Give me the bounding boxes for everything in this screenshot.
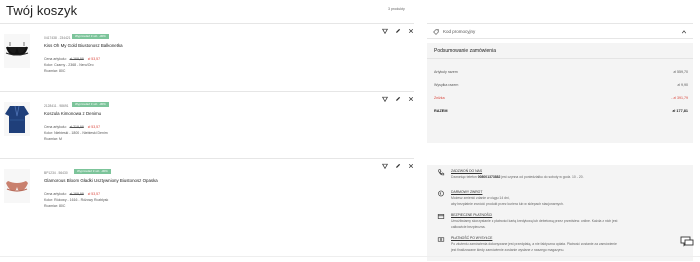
chat-icon[interactable] bbox=[680, 236, 694, 248]
phone-icon bbox=[438, 169, 445, 176]
price-label: Cena artykułu: bbox=[44, 192, 67, 196]
wishlist-icon[interactable] bbox=[382, 28, 388, 34]
info-text-part: Dzwoniąc telefon bbox=[451, 175, 478, 179]
sale-badge: Wyprzedaż 3 szt. -30% bbox=[72, 102, 109, 107]
cart-count: 3 produkty bbox=[388, 7, 405, 11]
cart-item: 0417438 . 234421 Wyprzedaż 3 szt. -30% K… bbox=[0, 23, 414, 89]
card-icon bbox=[437, 214, 445, 219]
item-sku: BP1234 . 56430 bbox=[44, 171, 68, 175]
price-label: Cena artykułu: bbox=[44, 125, 67, 129]
item-price-row: Cena artykułu: zł 219,99 zł 53,57 bbox=[44, 125, 100, 129]
info-text-part: jest czynna od poniedziałku do soboty w … bbox=[500, 175, 584, 179]
summary-label: RAZEM bbox=[434, 109, 448, 113]
cash-icon bbox=[437, 237, 445, 242]
item-name[interactable]: Glamorous Bloom Gładki Usztywniony Biust… bbox=[44, 178, 158, 183]
sale-badge: Wyprzedaż 3 szt. -30% bbox=[74, 169, 111, 174]
new-price: zł 53,57 bbox=[87, 57, 101, 61]
edit-icon[interactable] bbox=[395, 96, 401, 102]
summary-row-discount: Zniżka - zł 391,79 bbox=[434, 96, 688, 100]
page-title: Twój koszyk bbox=[6, 3, 78, 18]
info-text-part: całkowicie bezpieczna. bbox=[451, 224, 486, 229]
item-sku: 2128411 . 98691 bbox=[44, 104, 69, 108]
summary-row-items: Artykuły razem zł 559,70 bbox=[434, 70, 688, 74]
summary-value: - zł 391,79 bbox=[671, 96, 688, 100]
price-label: Cena artykułu: bbox=[44, 57, 67, 61]
promo-code-label: Kod promocyjny bbox=[443, 29, 476, 34]
old-price: zł 169,99 bbox=[69, 192, 84, 196]
item-actions bbox=[382, 28, 414, 34]
product-image-black-bra[interactable] bbox=[4, 34, 30, 68]
summary-label: Wysyłka razem bbox=[434, 83, 459, 87]
new-price: zł 53,57 bbox=[87, 125, 101, 129]
item-color: Kolor: Czarny - 2368 - Nero/Oro bbox=[44, 63, 94, 67]
edit-icon[interactable] bbox=[395, 163, 401, 169]
summary-value: zł 9,90 bbox=[677, 83, 688, 87]
summary-label: Zniżka bbox=[434, 96, 445, 100]
item-size: Rozmiar: M bbox=[44, 137, 62, 141]
summary-row-shipping: Wysyłka razem zł 9,90 bbox=[434, 83, 688, 87]
info-text-part: jest finalizowane kiedy zamówienie zosta… bbox=[451, 247, 565, 252]
sale-badge: Wyprzedaż 3 szt. -30% bbox=[72, 34, 109, 39]
item-name[interactable]: Koszula Kimonowa z Denimu bbox=[44, 111, 101, 116]
item-color: Kolor: Niebieski - 1800 - Niebieski Deni… bbox=[44, 131, 108, 135]
old-price: zł 169,99 bbox=[69, 57, 84, 61]
summary-value: zł 559,70 bbox=[673, 70, 688, 74]
phone-number[interactable]: 008001373882 bbox=[478, 175, 501, 179]
remove-icon[interactable] bbox=[408, 28, 414, 34]
product-image-pink-bra[interactable] bbox=[4, 169, 30, 203]
item-color: Kolor: Różowy - 1616 - Różowy Rozbłysk bbox=[44, 198, 109, 202]
tag-icon bbox=[433, 29, 439, 35]
divider bbox=[427, 58, 693, 59]
summary-value: zł 177,81 bbox=[672, 109, 688, 113]
wishlist-icon[interactable] bbox=[382, 163, 388, 169]
edit-icon[interactable] bbox=[395, 28, 401, 34]
cart-item: BP1234 . 56430 Wyprzedaż 3 szt. -30% Gla… bbox=[0, 158, 414, 224]
info-heading[interactable]: BEZPIECZNE PŁATNOŚCI bbox=[451, 213, 492, 217]
cart-item: 2128411 . 98691 Wyprzedaż 3 szt. -30% Ko… bbox=[0, 91, 414, 157]
remove-icon[interactable] bbox=[408, 163, 414, 169]
info-text: Możesz zmienić zdanie w ciągu 14 dni, ab… bbox=[451, 196, 691, 207]
item-sku: 0417438 . 234421 bbox=[44, 36, 71, 40]
item-size: Rozmiar: 80C bbox=[44, 204, 66, 208]
info-text-part: Umożliwiamy skorzystanie z płatności kar… bbox=[451, 219, 618, 223]
wishlist-icon[interactable] bbox=[382, 96, 388, 102]
item-actions bbox=[382, 96, 414, 102]
new-price: zł 53,57 bbox=[87, 192, 101, 196]
service-info-panel: ZADZWOŃ DO NAS Dzwoniąc telefon 00800137… bbox=[427, 165, 693, 261]
promo-code-toggle[interactable]: Kod promocyjny bbox=[427, 23, 693, 39]
summary-label: Artykuły razem bbox=[434, 70, 458, 74]
order-summary: Podsumowanie zamówienia Artykuły razem z… bbox=[427, 43, 693, 143]
info-text: Po złożeniu zamówienia dokonywane jest p… bbox=[451, 242, 691, 253]
product-image-denim-kimono[interactable] bbox=[4, 102, 30, 136]
info-text-part: aby bezpłatnie zwrócić produkt przez kur… bbox=[451, 201, 564, 206]
info-heading[interactable]: PŁATNOŚĆ PO WYSYŁCE bbox=[451, 236, 492, 240]
info-heading[interactable]: ZADZWOŃ DO NAS bbox=[451, 169, 482, 173]
info-text-part: Możesz zmienić zdanie w ciągu 14 dni, bbox=[451, 196, 510, 200]
divider bbox=[0, 256, 700, 257]
item-actions bbox=[382, 163, 414, 169]
remove-icon[interactable] bbox=[408, 96, 414, 102]
info-text: Umożliwiamy skorzystanie z płatności kar… bbox=[451, 219, 691, 230]
old-price: zł 219,99 bbox=[69, 125, 84, 129]
summary-title: Podsumowanie zamówienia bbox=[434, 48, 496, 54]
info-text: Dzwoniąc telefon 008001373882 jest czynn… bbox=[451, 175, 691, 181]
item-size: Rozmiar: 80C bbox=[44, 69, 66, 73]
item-name[interactable]: Kiss Oh My Gold Biustonosz Balkonetka bbox=[44, 43, 123, 48]
chevron-up-icon bbox=[681, 30, 687, 34]
summary-row-total: RAZEM zł 177,81 bbox=[434, 109, 688, 113]
item-price-row: Cena artykułu: zł 169,99 zł 53,57 bbox=[44, 192, 100, 196]
return-icon bbox=[438, 190, 444, 197]
item-price-row: Cena artykułu: zł 169,99 zł 53,57 bbox=[44, 57, 100, 61]
info-heading[interactable]: DARMOWY ZWROT bbox=[451, 190, 482, 194]
info-text-part: Po złożeniu zamówienia dokonywane jest p… bbox=[451, 242, 617, 246]
